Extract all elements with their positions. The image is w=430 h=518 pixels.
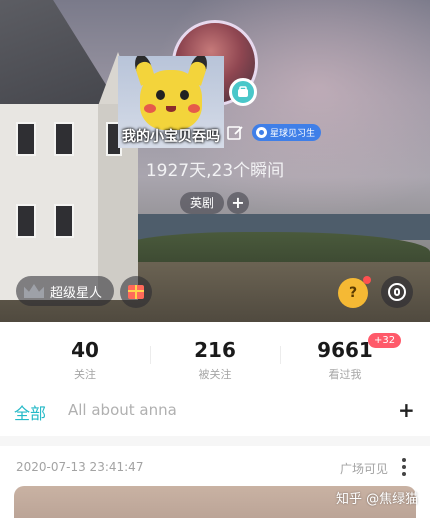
add-tab-button[interactable]: + <box>398 398 415 422</box>
stat-divider <box>150 346 151 364</box>
stat-following-label: 关注 <box>74 368 96 381</box>
voice-icon <box>388 283 406 301</box>
voice-button[interactable] <box>381 276 413 308</box>
gift-icon <box>128 285 144 299</box>
tag-pill[interactable]: 英剧 <box>180 192 225 214</box>
profile-subtitle: 1927天,23个瞬间 <box>145 161 285 181</box>
more-icon[interactable] <box>398 456 410 478</box>
new-visitors-badge: +32 <box>368 333 402 348</box>
gift-button[interactable] <box>120 276 152 308</box>
vip-button[interactable]: 超级星人 <box>16 276 115 306</box>
house-window <box>16 204 36 238</box>
house-window <box>54 204 74 238</box>
pikachu-cheek <box>188 104 200 113</box>
stat-followers-value: 216 <box>194 338 236 362</box>
planet-icon <box>256 127 267 138</box>
house-window <box>54 122 74 156</box>
level-badge[interactable]: 星球见习生 <box>252 124 322 141</box>
pikachu-eye <box>156 90 165 100</box>
tab-all[interactable]: 全部 <box>14 400 46 424</box>
profile-cover: 我的小宝贝吞吗 星球见习生 1927天,23个瞬间 英剧 + 超级星人 ? <box>0 0 430 322</box>
content-tabs: 全部 All about anna + <box>0 394 430 428</box>
stat-following-value: 40 <box>71 338 99 362</box>
stat-followers-label: 被关注 <box>198 368 232 381</box>
section-separator <box>0 436 430 446</box>
house-roof <box>0 0 118 104</box>
post-timestamp: 2020-07-13 23:41:47 <box>16 460 144 474</box>
edit-icon[interactable] <box>226 124 244 142</box>
house-wall <box>0 104 98 300</box>
bag-icon <box>238 86 248 97</box>
stat-divider <box>280 346 281 364</box>
stat-following[interactable]: 40 关注 <box>25 338 145 382</box>
stat-visitors-label: 看过我 <box>328 368 362 381</box>
username-sticker: 我的小宝贝吞吗 <box>118 56 224 148</box>
pikachu-eye <box>180 90 189 100</box>
avatar-badge[interactable] <box>229 78 257 106</box>
pikachu-face <box>140 70 202 130</box>
house-illustration <box>0 0 140 300</box>
level-badge-label: 星球见习生 <box>270 129 316 139</box>
stats-bar: 40 关注 216 被关注 9661 看过我 <box>0 322 430 388</box>
add-tag-button[interactable]: + <box>227 192 249 214</box>
pikachu-mouth <box>166 106 176 112</box>
pikachu-cheek <box>144 104 156 113</box>
crown-icon <box>24 284 44 298</box>
username: 我的小宝贝吞吗 <box>122 129 220 145</box>
notification-dot <box>363 276 371 284</box>
stat-followers[interactable]: 216 被关注 <box>155 338 275 382</box>
watermark: 知乎 @焦绿猫 <box>336 492 419 507</box>
house-window <box>16 122 36 156</box>
tab-all-about-anna[interactable]: All about anna <box>68 401 177 419</box>
post-visibility[interactable]: 广场可见 <box>340 460 388 477</box>
vip-label: 超级星人 <box>50 285 103 301</box>
